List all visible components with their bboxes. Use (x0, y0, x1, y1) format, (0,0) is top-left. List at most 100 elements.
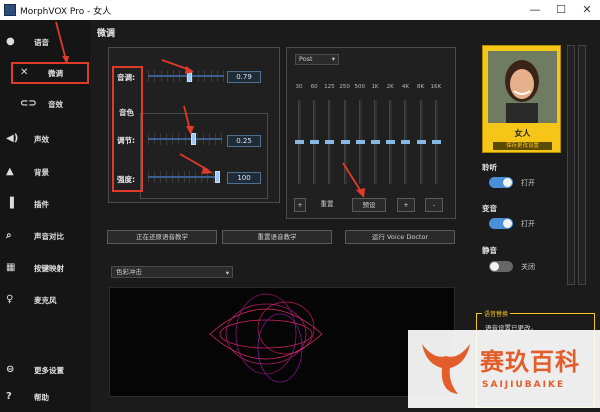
eq-plus-button[interactable]: + (397, 198, 415, 212)
watermark-brand: 赛玖百科 (480, 348, 580, 376)
eq-band-knob[interactable] (310, 140, 320, 144)
landscape-icon: ▲ (6, 166, 14, 177)
equalizer-panel: Post ▾ 30 60 125 250 500 1K 2K 4K 8K 16K (286, 47, 456, 219)
window-title: MorphVOX Pro - 女人 (20, 7, 112, 17)
eq-band-knob[interactable] (295, 140, 304, 144)
voice-icon: ● (6, 36, 15, 47)
eq-band-label: 8K (417, 84, 425, 90)
eq-band-label: 4K (401, 84, 409, 90)
title-bar: MorphVOX Pro - 女人 — ☐ ✕ (0, 0, 600, 20)
sidebar-item-label: 声音对比 (34, 232, 64, 241)
notice-title: 语音替换 (482, 309, 511, 318)
whale-tail-logo-icon (422, 344, 470, 394)
sidebar-item-effects[interactable]: ⊂⊃ 音效 (0, 93, 90, 115)
sidebar-item-label: 更多设置 (34, 366, 64, 375)
annotation-arrow (55, 21, 69, 64)
microphone-icon: ♀ (6, 294, 14, 305)
lips-icon: ⊂⊃ (20, 98, 37, 109)
sidebar-item-label: 音效 (48, 100, 63, 109)
eq-minus-button[interactable]: - (425, 198, 443, 212)
sidebar-item-label: 背景 (34, 168, 49, 177)
chevron-down-icon: ▾ (225, 269, 229, 277)
input-level-meter (567, 45, 575, 285)
eq-band-label: 16K (430, 84, 442, 90)
eq-band-knob[interactable] (401, 140, 411, 144)
annotation-arrow (183, 105, 194, 135)
voice-name: 女人 (514, 129, 531, 138)
annotation-arrow (179, 153, 213, 174)
voice-doctor-button[interactable]: 运行 Voice Doctor (345, 230, 455, 244)
close-button[interactable]: ✕ (576, 2, 598, 18)
sidebar-item-sound-effects[interactable]: ◀) 声效 (0, 128, 90, 150)
eq-band-label: 125 (324, 84, 335, 90)
eq-mode-value: Post (299, 55, 313, 63)
eq-band-knob[interactable] (431, 140, 441, 144)
eq-band-label: 2K (386, 84, 394, 90)
watermark-brand-latin: SAIJIUBAIKE (482, 380, 566, 390)
sidebar-item-help[interactable]: ? 帮助 (0, 386, 90, 408)
annotation-box-labels (112, 66, 143, 192)
sidebar-item-microphone[interactable]: ♀ 麦克风 (0, 289, 90, 311)
voice-change-label: 变音 (482, 204, 497, 213)
mute-toggle[interactable] (489, 261, 513, 272)
visualizer-mode-select[interactable]: 色彩冲击 ▾ (111, 266, 233, 278)
eq-mode-select[interactable]: Post ▾ (295, 54, 339, 65)
visualizer-canvas (109, 287, 455, 397)
eq-band-label: 1K (371, 84, 379, 90)
sidebar-item-label: 麦克风 (34, 296, 57, 305)
output-level-meter (578, 45, 586, 285)
chevron-down-icon: ▾ (331, 55, 335, 63)
sidebar-item-keybind[interactable]: ▦ 按键映射 (0, 257, 90, 279)
eq-preset-button[interactable]: 预设 (352, 198, 386, 212)
avatar-portrait (488, 51, 557, 123)
eq-band-knob[interactable] (416, 140, 426, 144)
sidebar-item-label: 语音 (34, 38, 49, 47)
pitch-value-field[interactable]: 0.79 (227, 71, 261, 83)
restore-teaching-button[interactable]: 正在还原语音教学 (107, 230, 217, 244)
watermark: 赛玖百科 SAIJIUBAIKE (408, 330, 600, 408)
voice-avatar-card[interactable]: 女人 保存更改设置 (482, 45, 561, 153)
strength-value-field[interactable]: 100 (227, 172, 261, 184)
adjust-value-field[interactable]: 0.25 (227, 135, 261, 147)
keyboard-icon: ▦ (6, 262, 16, 273)
sidebar-item-more-settings[interactable]: ⊖ 更多设置 (0, 359, 90, 381)
sidebar-item-label: 帮助 (34, 393, 49, 402)
eq-band-knob[interactable] (355, 140, 365, 144)
annotation-arrow (342, 162, 365, 198)
eq-add-button[interactable]: + (294, 198, 306, 212)
plugin-icon: ▐ (6, 198, 14, 209)
annotation-arrow (161, 59, 194, 74)
eq-reset-button[interactable]: 重置 (308, 198, 346, 212)
eq-band-knob[interactable] (386, 140, 396, 144)
mute-label: 静音 (482, 246, 497, 255)
more-icon: ⊖ (6, 364, 15, 375)
visualizer-graphic (209, 293, 323, 383)
listen-label: 聆听 (482, 163, 497, 172)
eq-band-label: 60 (310, 84, 318, 90)
magnifier-icon: ⌕ (6, 230, 12, 241)
eq-band-knob[interactable] (325, 140, 335, 144)
voice-change-toggle[interactable] (489, 218, 513, 229)
visualizer-mode-value: 色彩冲击 (116, 268, 142, 276)
speaker-icon: ◀) (6, 133, 19, 144)
sidebar-item-label: 声效 (34, 135, 49, 144)
sidebar-item-voice[interactable]: ● 语音 (0, 31, 90, 53)
eq-band-knob[interactable] (340, 140, 350, 144)
eq-band-label: 500 (354, 84, 366, 90)
sidebar-item-label: 按键映射 (34, 264, 64, 273)
app-logo-icon (4, 4, 16, 16)
minimize-button[interactable]: — (524, 2, 546, 18)
eq-band-label: 30 (295, 84, 303, 90)
sidebar-item-compare[interactable]: ⌕ 声音对比 (0, 225, 90, 247)
sidebar-item-background[interactable]: ▲ 背景 (0, 161, 90, 183)
listen-toggle[interactable] (489, 177, 513, 188)
save-changes-link[interactable]: 保存更改设置 (493, 142, 552, 150)
annotation-box-tweak (11, 62, 89, 84)
maximize-button[interactable]: ☐ (550, 2, 572, 18)
help-icon: ? (6, 391, 12, 402)
eq-band-knob[interactable] (371, 140, 380, 144)
reset-teaching-button[interactable]: 重置语音教学 (222, 230, 332, 244)
eq-band-label: 250 (339, 84, 350, 90)
listen-state: 打开 (521, 179, 535, 187)
sidebar-item-plugins[interactable]: ▐ 插件 (0, 193, 90, 215)
